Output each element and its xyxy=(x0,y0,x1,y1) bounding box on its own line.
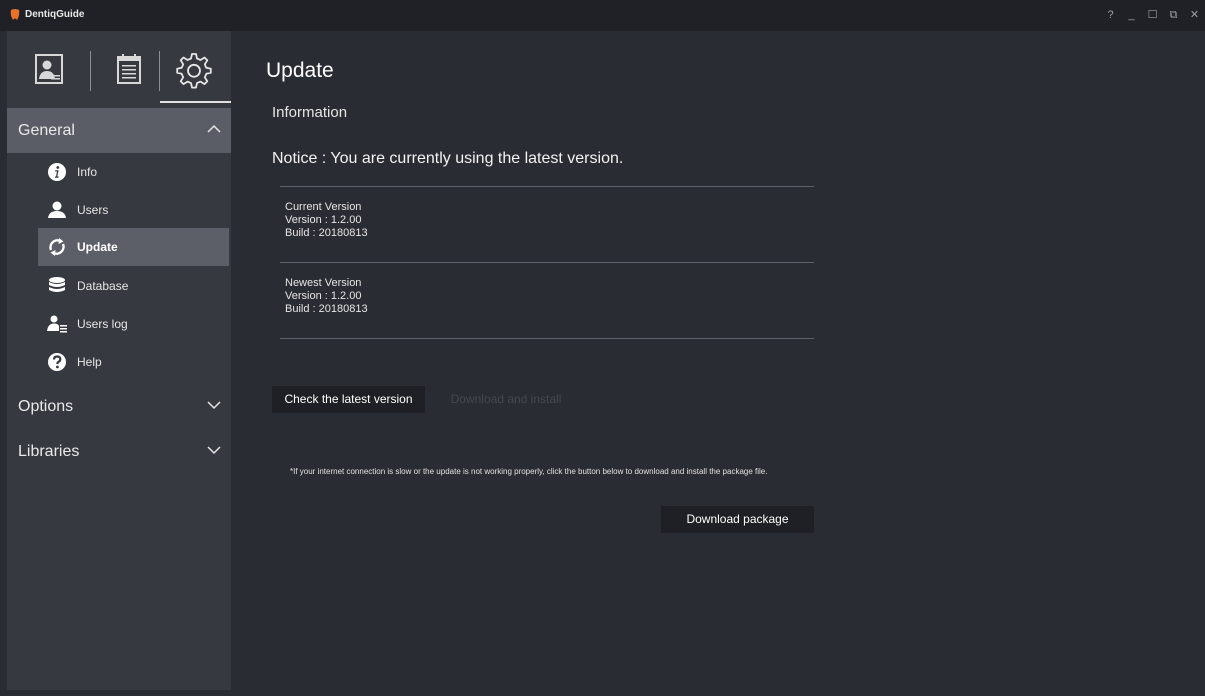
chevron-down-icon xyxy=(207,446,221,455)
sidebar-top-tabs xyxy=(7,31,231,109)
sidebar-item-label: Help xyxy=(77,355,102,369)
current-version-number: Version : 1.2.00 xyxy=(285,214,362,226)
download-and-install-button[interactable]: Download and install xyxy=(441,386,571,413)
settings-icon[interactable] xyxy=(174,49,214,89)
sidebar-item-help[interactable]: Help xyxy=(38,343,229,381)
sidebar: General Info Users Update Database Users… xyxy=(7,31,231,690)
current-version-build: Build : 20180813 xyxy=(285,227,368,239)
chevron-down-icon xyxy=(207,401,221,410)
divider xyxy=(280,262,814,263)
section-options[interactable]: Options xyxy=(7,384,231,429)
tab-divider xyxy=(159,51,160,91)
divider xyxy=(280,338,814,339)
section-title: Information xyxy=(272,104,348,121)
refresh-icon xyxy=(49,238,65,256)
sidebar-item-label: Database xyxy=(77,279,129,293)
page-title: Update xyxy=(266,59,334,82)
help-window-button[interactable]: ? xyxy=(1100,7,1121,23)
window-controls: ? _ ☐ ⧉ ✕ xyxy=(1100,7,1205,23)
check-latest-version-button[interactable]: Check the latest version xyxy=(272,386,425,413)
newest-version-heading: Newest Version xyxy=(285,277,362,289)
sidebar-item-label: Info xyxy=(77,165,98,179)
chevron-up-icon xyxy=(207,124,221,133)
database-icon xyxy=(49,277,65,292)
users-log-icon xyxy=(47,315,67,333)
sidebar-item-label: Users xyxy=(77,203,109,217)
main-content: Update Information Notice : You are curr… xyxy=(231,31,1205,696)
active-tab-indicator xyxy=(160,101,231,103)
section-general[interactable]: General xyxy=(7,108,231,153)
info-icon xyxy=(48,163,66,181)
newest-version-block: Newest Version Version : 1.2.00 Build : … xyxy=(285,277,368,316)
sidebar-item-users[interactable]: Users xyxy=(38,191,229,229)
maximize-button[interactable]: ☐ xyxy=(1142,7,1163,23)
sidebar-item-database[interactable]: Database xyxy=(38,267,229,305)
section-options-label: Options xyxy=(18,398,74,415)
help-icon xyxy=(48,353,66,371)
sidebar-item-update[interactable]: Update xyxy=(38,228,229,266)
close-button[interactable]: ✕ xyxy=(1184,7,1205,23)
minimize-button[interactable]: _ xyxy=(1121,7,1142,23)
title-bar: DentiqGuide ? _ ☐ ⧉ ✕ xyxy=(0,0,1205,31)
sidebar-item-users-log[interactable]: Users log xyxy=(38,305,229,343)
divider xyxy=(280,186,814,187)
newest-version-build: Build : 20180813 xyxy=(285,303,368,315)
newest-version-number: Version : 1.2.00 xyxy=(285,290,362,302)
patient-icon[interactable] xyxy=(29,49,69,89)
sidebar-item-label: Update xyxy=(77,240,118,254)
sidebar-item-label: Users log xyxy=(77,317,128,331)
section-general-label: General xyxy=(18,122,75,139)
calendar-icon[interactable] xyxy=(109,49,149,89)
restore-button[interactable]: ⧉ xyxy=(1163,7,1184,23)
update-notice: Notice : You are currently using the lat… xyxy=(272,150,624,167)
section-libraries[interactable]: Libraries xyxy=(7,429,231,474)
app-logo-icon xyxy=(10,9,20,20)
download-package-button[interactable]: Download package xyxy=(661,506,814,533)
section-libraries-label: Libraries xyxy=(18,443,80,460)
tab-divider xyxy=(90,51,91,91)
user-icon xyxy=(48,201,66,218)
sidebar-item-info[interactable]: Info xyxy=(38,153,229,191)
app-title: DentiqGuide xyxy=(25,9,85,20)
current-version-heading: Current Version xyxy=(285,201,362,213)
current-version-block: Current Version Version : 1.2.00 Build :… xyxy=(285,201,368,240)
slow-connection-hint: *If your internet connection is slow or … xyxy=(290,467,768,476)
